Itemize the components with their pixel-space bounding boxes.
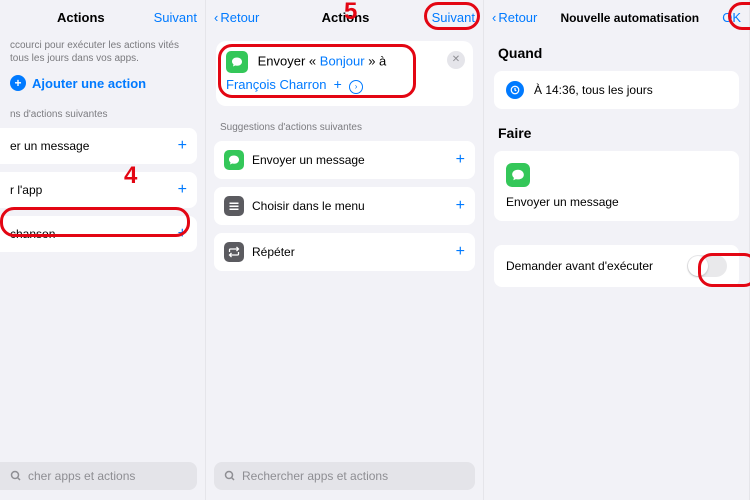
- header: ‹ Retour Actions Suivant: [206, 0, 483, 33]
- header: ‹ Retour Nouvelle automatisation OK: [484, 0, 749, 33]
- repeat-icon: [224, 242, 244, 262]
- next-button[interactable]: Suivant: [432, 10, 475, 25]
- back-button[interactable]: ‹ Retour: [214, 10, 259, 25]
- panel-3-automation: ‹ Retour Nouvelle automatisation OK Quan…: [484, 0, 750, 500]
- next-button[interactable]: Suivant: [154, 10, 197, 25]
- plus-icon: +: [10, 75, 26, 91]
- compose-text-mid: » à: [365, 53, 387, 68]
- suggestions-label: Suggestions d'actions suivantes: [206, 114, 483, 137]
- suggestion-song[interactable]: chanson +: [0, 216, 197, 252]
- plus-icon[interactable]: +: [178, 137, 187, 155]
- back-button[interactable]: ‹ Retour: [492, 10, 537, 25]
- plus-icon[interactable]: +: [456, 197, 465, 215]
- do-text: Envoyer un message: [506, 195, 619, 209]
- messages-app-icon: [506, 163, 530, 187]
- page-title: Nouvelle automatisation: [560, 11, 699, 25]
- suggestion-send-message[interactable]: Envoyer un message +: [214, 141, 475, 179]
- description-text: ccourci pour exécuter les actions vités …: [0, 39, 205, 65]
- back-label: Retour: [498, 10, 537, 25]
- chevron-left-icon: ‹: [492, 10, 496, 25]
- search-input[interactable]: Rechercher apps et actions: [214, 462, 475, 490]
- compose-action-card[interactable]: Envoyer « Bonjour » à François Charron +…: [216, 41, 473, 106]
- clear-action-button[interactable]: ✕: [447, 51, 465, 69]
- suggestion-send-message[interactable]: er un message +: [0, 128, 197, 164]
- ask-label: Demander avant d'exécuter: [506, 259, 653, 273]
- search-input[interactable]: cher apps et actions: [0, 462, 197, 490]
- search-placeholder: Rechercher apps et actions: [242, 469, 388, 483]
- expand-icon[interactable]: ›: [349, 80, 363, 94]
- ok-button[interactable]: OK: [722, 10, 741, 25]
- plus-icon[interactable]: +: [178, 181, 187, 199]
- back-label: Retour: [220, 10, 259, 25]
- chevron-left-icon: ‹: [214, 10, 218, 25]
- page-title: Actions: [322, 10, 370, 25]
- suggestion-choose-menu[interactable]: Choisir dans le menu +: [214, 187, 475, 225]
- when-text: À 14:36, tous les jours: [534, 83, 653, 97]
- recipient-token[interactable]: François Charron: [226, 77, 326, 92]
- ask-toggle[interactable]: [687, 255, 727, 277]
- plus-icon[interactable]: +: [456, 151, 465, 169]
- do-section-header: Faire: [484, 113, 749, 147]
- messages-app-icon: [226, 51, 248, 73]
- when-row[interactable]: À 14:36, tous les jours: [494, 71, 739, 109]
- when-section-header: Quand: [484, 33, 749, 67]
- messages-icon: [224, 150, 244, 170]
- list-item-label: Répéter: [252, 245, 295, 259]
- list-item-label: chanson: [10, 227, 55, 241]
- panel-1-actions: Actions Suivant ccourci pour exécuter le…: [0, 0, 206, 500]
- search-icon: [224, 470, 236, 482]
- suggestion-repeat[interactable]: Répéter +: [214, 233, 475, 271]
- list-item-label: Choisir dans le menu: [252, 199, 365, 213]
- add-action-button[interactable]: + Ajouter une action: [0, 65, 205, 101]
- header: Actions Suivant: [0, 0, 205, 33]
- do-row[interactable]: Envoyer un message: [494, 151, 739, 221]
- plus-icon[interactable]: +: [456, 243, 465, 261]
- panel-2-actions: ‹ Retour Actions Suivant Envoyer « Bonjo…: [206, 0, 484, 500]
- compose-text-pre: Envoyer «: [258, 53, 320, 68]
- list-item-label: er un message: [10, 139, 89, 153]
- page-title: Actions: [57, 10, 105, 25]
- plus-icon[interactable]: +: [178, 225, 187, 243]
- suggestion-app[interactable]: r l'app +: [0, 172, 197, 208]
- suggestions-label: ns d'actions suivantes: [0, 101, 205, 124]
- search-icon: [10, 470, 22, 482]
- ask-before-row: Demander avant d'exécuter: [494, 245, 739, 287]
- search-placeholder: cher apps et actions: [28, 469, 135, 483]
- list-item-label: r l'app: [10, 183, 42, 197]
- add-recipient-icon[interactable]: +: [334, 76, 342, 92]
- menu-icon: [224, 196, 244, 216]
- list-item-label: Envoyer un message: [252, 153, 365, 167]
- clock-icon: [506, 81, 524, 99]
- message-token[interactable]: Bonjour: [320, 53, 365, 68]
- add-action-label: Ajouter une action: [32, 76, 146, 91]
